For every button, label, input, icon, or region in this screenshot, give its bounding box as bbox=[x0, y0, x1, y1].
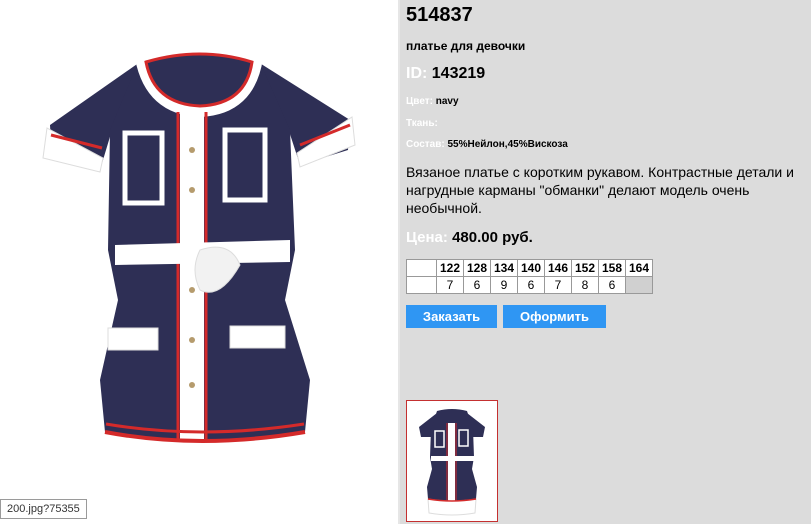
size-quantity-unavailable bbox=[625, 276, 653, 294]
size-quantity[interactable]: 8 bbox=[571, 276, 599, 294]
size-quantity[interactable]: 7 bbox=[544, 276, 572, 294]
composition-value: 55%Нейлон,45%Вискоза bbox=[447, 139, 568, 150]
product-id-row: ID: 143219 bbox=[406, 65, 485, 83]
quantity-corner-cell bbox=[406, 276, 437, 294]
size-quantity[interactable]: 6 bbox=[598, 276, 626, 294]
product-image[interactable] bbox=[0, 0, 398, 524]
color-row: Цвет: navy bbox=[406, 96, 459, 107]
size-header: 140 bbox=[517, 259, 545, 277]
size-header: 128 bbox=[463, 259, 491, 277]
size-quantity[interactable]: 6 bbox=[463, 276, 491, 294]
price-label: Цена: bbox=[406, 229, 448, 246]
product-sku: 514837 bbox=[406, 4, 473, 26]
size-header-row: 122 128 134 140 146 152 158 164 bbox=[406, 259, 653, 277]
composition-row: Состав: 55%Нейлон,45%Вискоза bbox=[406, 139, 568, 150]
order-button[interactable]: Заказать bbox=[406, 305, 497, 328]
size-quantity-row: 7 6 9 6 7 8 6 bbox=[406, 276, 653, 294]
dress-illustration bbox=[42, 44, 356, 499]
composition-label: Состав: bbox=[406, 139, 445, 150]
checkout-button[interactable]: Оформить bbox=[503, 305, 606, 328]
size-corner-cell bbox=[406, 259, 437, 277]
thumbnail-dress-image bbox=[419, 409, 485, 516]
color-value: navy bbox=[435, 96, 459, 107]
size-quantity[interactable]: 7 bbox=[436, 276, 464, 294]
size-quantity[interactable]: 9 bbox=[490, 276, 518, 294]
color-label: Цвет: bbox=[406, 96, 433, 107]
product-description: Вязаное платье с коротким рукавом. Контр… bbox=[406, 164, 794, 216]
size-header: 152 bbox=[571, 259, 599, 277]
id-label: ID: bbox=[406, 65, 428, 82]
status-bar-url: 200.jpg?75355 bbox=[0, 499, 87, 519]
size-header: 146 bbox=[544, 259, 572, 277]
size-table: 122 128 134 140 146 152 158 164 7 6 9 6 … bbox=[406, 259, 653, 294]
product-info-panel: 514837 платье для девочки ID: 143219 Цве… bbox=[400, 0, 811, 524]
product-subtitle: платье для девочки bbox=[406, 39, 526, 53]
fabric-label: Ткань: bbox=[406, 118, 438, 129]
size-header: 164 bbox=[625, 259, 653, 277]
product-thumbnail[interactable] bbox=[406, 400, 498, 522]
price-row: Цена: 480.00 руб. bbox=[406, 229, 533, 246]
price-value: 480.00 руб. bbox=[452, 229, 533, 246]
size-header: 134 bbox=[490, 259, 518, 277]
size-header: 158 bbox=[598, 259, 626, 277]
size-quantity[interactable]: 6 bbox=[517, 276, 545, 294]
id-value: 143219 bbox=[431, 65, 486, 82]
size-header: 122 bbox=[436, 259, 464, 277]
fabric-row: Ткань: bbox=[406, 118, 438, 129]
